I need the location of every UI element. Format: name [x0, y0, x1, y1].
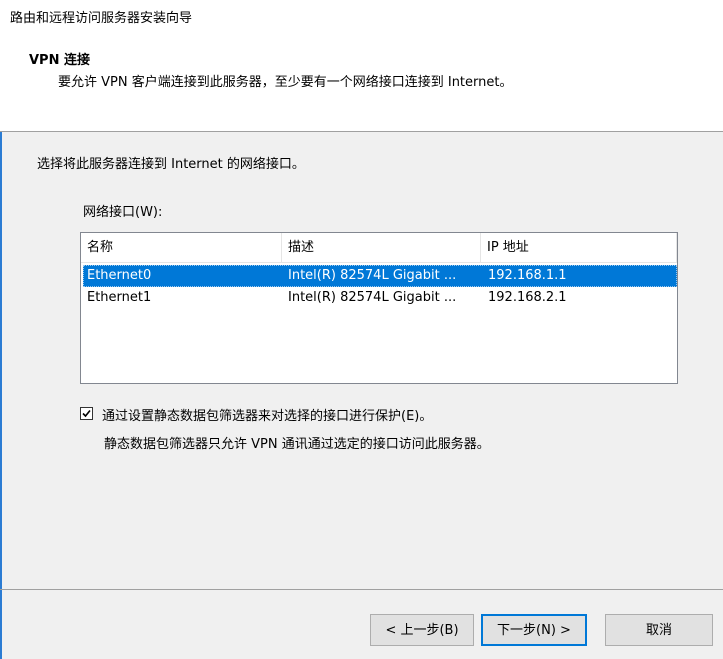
checkmark-icon: [82, 409, 91, 418]
row-description: Intel(R) 82574L Gigabit ...: [288, 268, 457, 283]
title-bar: 路由和远程访问服务器安装向导: [0, 0, 723, 34]
row-ip: 192.168.2.1: [488, 290, 567, 305]
column-header-ip[interactable]: IP 地址: [481, 233, 677, 262]
list-header: 名称 描述 IP 地址: [81, 233, 677, 263]
network-interface-list[interactable]: 名称 描述 IP 地址 Ethernet0 Intel(R) 82574L Gi…: [80, 232, 678, 384]
column-header-description[interactable]: 描述: [282, 233, 481, 262]
table-row[interactable]: Ethernet0 Intel(R) 82574L Gigabit ... 19…: [83, 265, 677, 287]
row-description: Intel(R) 82574L Gigabit ...: [288, 290, 457, 305]
cancel-button[interactable]: 取消: [605, 614, 713, 646]
network-interface-label: 网络接口(W):: [83, 205, 163, 220]
next-button[interactable]: 下一步(N) >: [481, 614, 587, 646]
page-title: VPN 连接: [29, 53, 90, 68]
column-header-name[interactable]: 名称: [81, 233, 282, 262]
row-ip: 192.168.1.1: [488, 268, 567, 283]
packet-filter-label[interactable]: 通过设置静态数据包筛选器来对选择的接口进行保护(E)。: [102, 405, 432, 424]
wizard-header: VPN 连接 要允许 VPN 客户端连接到此服务器，至少要有一个网络接口连接到 …: [0, 34, 723, 132]
packet-filter-checkbox[interactable]: [80, 407, 93, 420]
row-name: Ethernet0: [87, 268, 152, 283]
page-subtitle: 要允许 VPN 客户端连接到此服务器，至少要有一个网络接口连接到 Interne…: [58, 75, 513, 90]
window-title: 路由和远程访问服务器安装向导: [10, 11, 193, 26]
back-button[interactable]: < 上一步(B): [370, 614, 474, 646]
row-name: Ethernet1: [87, 290, 152, 305]
footer-divider: [0, 589, 723, 590]
instruction-text: 选择将此服务器连接到 Internet 的网络接口。: [37, 157, 305, 172]
packet-filter-description: 静态数据包筛选器只允许 VPN 通讯通过选定的接口访问此服务器。: [104, 437, 490, 452]
table-row[interactable]: Ethernet1 Intel(R) 82574L Gigabit ... 19…: [83, 287, 677, 309]
